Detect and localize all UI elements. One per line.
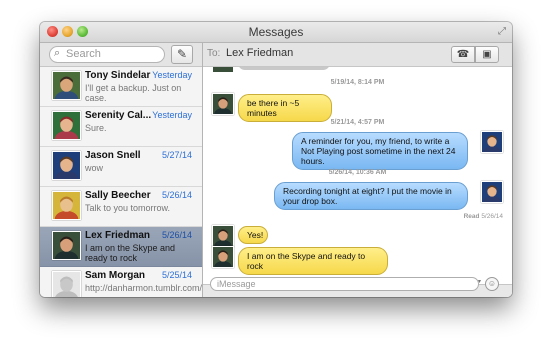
- conversation-name: Sam Morgan: [85, 270, 146, 281]
- sidebar-toolbar: ⌕ ✎: [40, 43, 202, 67]
- incoming-message-bubble[interactable]: Yes!: [238, 226, 268, 244]
- messages-window: Messages ⤢ ⌕ ✎ Tony SindelarYesterdayI'l…: [40, 22, 512, 297]
- recipient-name[interactable]: Lex Friedman: [226, 47, 293, 59]
- conversation-date: 5/27/14: [161, 150, 192, 160]
- search-field[interactable]: ⌕: [49, 46, 165, 63]
- avatar: [52, 271, 81, 297]
- conversation-name: Serenity Cal...: [85, 110, 152, 121]
- conversation-date: 5/25/14: [161, 270, 192, 280]
- avatar: [212, 93, 234, 115]
- search-icon: ⌕: [54, 47, 61, 59]
- incoming-message-bubble[interactable]: I am on the Skype and ready to rock: [238, 247, 388, 275]
- conversation-name: Tony Sindelar: [85, 70, 151, 81]
- avatar: [52, 111, 81, 140]
- avatar: [212, 225, 234, 247]
- conversation-preview: I am on the Skype and ready to rock: [85, 243, 176, 263]
- avatar-image: [53, 192, 80, 219]
- avatar-image: [213, 226, 233, 246]
- cropped-message-bubble: [238, 67, 330, 70]
- message-timestamp: 5/21/14, 4:57 PM: [330, 119, 385, 126]
- avatar-image: [53, 272, 80, 297]
- window-title: Messages: [248, 25, 304, 39]
- avatar-image: [213, 94, 233, 114]
- read-receipt-time: 5/26/14: [481, 213, 503, 220]
- conversation-row[interactable]: Sally Beecher 5/26/14 Talk to you tomorrow…: [40, 187, 202, 227]
- chevron-down-icon[interactable]: ▾: [478, 278, 481, 285]
- message-timestamp: 5/26/14, 10:36 AM: [328, 169, 387, 176]
- avatar: [52, 191, 81, 220]
- avatar-image: [53, 112, 80, 139]
- conversation-preview: wow: [85, 163, 104, 173]
- search-input[interactable]: [66, 48, 158, 60]
- message-timestamp: 5/19/14, 8:14 PM: [330, 79, 385, 86]
- avatar: [212, 246, 234, 268]
- message-transcript[interactable]: 5/19/14, 8:14 PM be there in ~5 minutes 5/…: [203, 67, 512, 284]
- phone-icon: ☎: [456, 49, 470, 60]
- conversation-preview: I'll get a backup. Just on case.: [85, 83, 182, 103]
- conversation-date: 5/26/14: [161, 230, 192, 240]
- conversation-date: Yesterday: [152, 110, 192, 120]
- phone-call-button[interactable]: ☎: [451, 46, 475, 63]
- conversation-row[interactable]: Jason Snell 5/27/14 wow: [40, 147, 202, 187]
- message-input[interactable]: [210, 277, 479, 291]
- conversation-row[interactable]: Tony Sindelar Yesterday I'll get a backup.…: [40, 67, 202, 107]
- conversation-row[interactable]: Sam Morgan 5/25/14 http://danharmon.tumblr…: [40, 267, 202, 297]
- emoji-button[interactable]: ☺: [485, 277, 499, 291]
- conversation-preview: http://danharmon.tumblr.com/po...: [85, 283, 202, 293]
- sidebar: ⌕ ✎ Tony SindelarYesterdayI'll get a bac…: [40, 43, 203, 297]
- avatar: [481, 131, 503, 153]
- title-bar: Messages ⤢: [40, 22, 512, 43]
- composer-bar: ▾ ☺: [203, 277, 512, 297]
- conversation-name: Sally Beecher: [85, 190, 151, 201]
- conversation-pane: To: Lex Friedman ☎ ▣ 5/19/14, 8:14 PM be …: [203, 43, 512, 297]
- conversation-date: Yesterday: [152, 70, 192, 80]
- compose-button[interactable]: ✎: [171, 45, 193, 64]
- avatar: [52, 71, 81, 100]
- emoji-icon: ☺: [487, 279, 497, 288]
- avatar-image: [482, 132, 502, 152]
- video-camera-icon: ▣: [482, 49, 492, 60]
- fullscreen-icon[interactable]: ⤢: [498, 26, 506, 37]
- avatar-image: [482, 182, 502, 202]
- read-receipt-label: Read: [463, 213, 480, 220]
- conversation-header: To: Lex Friedman ☎ ▣: [203, 43, 512, 67]
- avatar: [52, 151, 81, 180]
- conversation-preview: Sure.: [85, 123, 107, 133]
- compose-icon: ✎: [176, 47, 188, 61]
- outgoing-message-bubble[interactable]: A reminder for you, my friend, to write …: [292, 132, 468, 170]
- conversation-date: 5/26/14: [161, 190, 192, 200]
- conversation-name: Lex Friedman: [85, 230, 151, 241]
- conversation-preview: Talk to you tomorrow.: [85, 203, 171, 213]
- cropped-avatar: [212, 67, 234, 73]
- outgoing-message-bubble[interactable]: Recording tonight at eight? I put the mo…: [274, 182, 468, 210]
- avatar-image: [53, 232, 80, 259]
- avatar: [481, 181, 503, 203]
- video-call-button[interactable]: ▣: [475, 46, 499, 63]
- avatar-image: [53, 152, 80, 179]
- conversation-row[interactable]: Serenity Cal... Yesterday Sure.: [40, 107, 202, 147]
- avatar: [52, 231, 81, 260]
- incoming-message-bubble[interactable]: be there in ~5 minutes: [238, 94, 332, 122]
- conversation-row[interactable]: Lex Friedman 5/26/14 I am on the Skype and…: [40, 227, 202, 267]
- conversation-list: Tony Sindelar Yesterday I'll get a backup.…: [40, 67, 202, 297]
- to-label: To:: [207, 48, 221, 59]
- conversation-name: Jason Snell: [85, 150, 141, 161]
- read-receipt: Read 5/26/14: [464, 213, 503, 220]
- avatar-image: [53, 72, 80, 99]
- avatar-image: [213, 247, 233, 267]
